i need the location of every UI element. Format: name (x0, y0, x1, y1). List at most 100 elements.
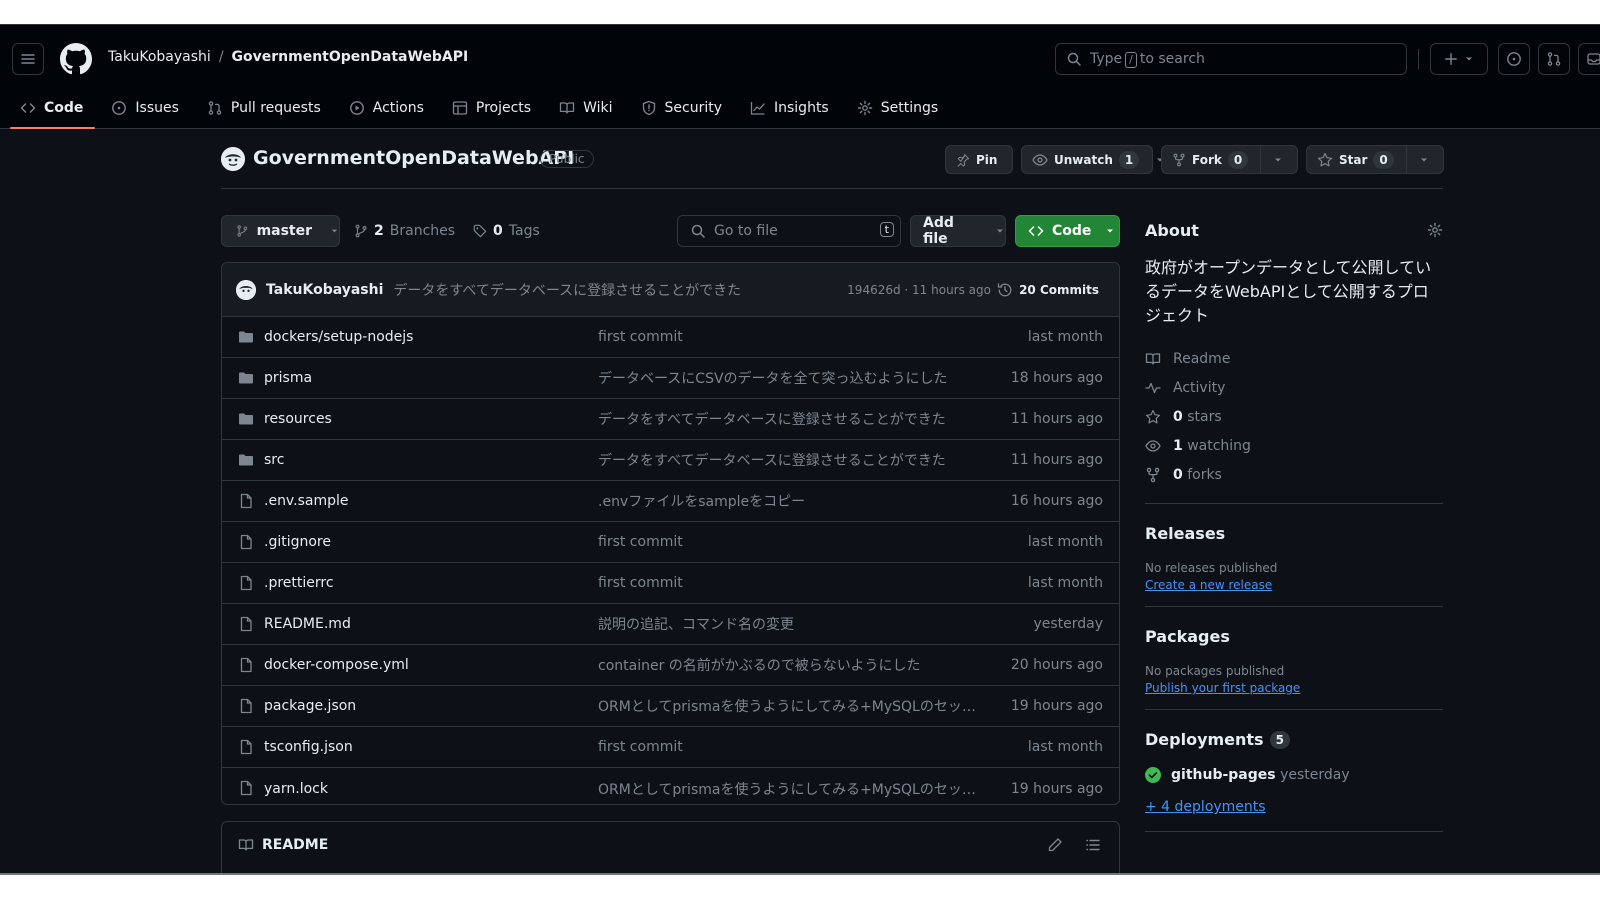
file-row[interactable]: src データをすべてデータベースに登録させることができた 11 hours ago (222, 440, 1119, 481)
file-commit-message[interactable]: ORMとしてprismaを使うようにしてみる+MySQLのセッ… (598, 779, 976, 799)
global-header: TakuKobayashi / GovernmentOpenDataWebAPI… (0, 25, 1600, 129)
create-release-link[interactable]: Create a new release (1145, 578, 1443, 592)
list-icon (1086, 839, 1100, 851)
tab-actions[interactable]: Actions (347, 87, 436, 129)
pull-requests-button[interactable] (1538, 43, 1570, 75)
edit-readme-button[interactable] (1047, 837, 1063, 853)
file-commit-message[interactable]: container の名前がかぶるので被らないようにした (598, 655, 921, 675)
star-dropdown[interactable] (1407, 146, 1441, 173)
about-section: About 政府がオープンデータとして公開しているデータをWebAPIとして公開… (1145, 221, 1443, 489)
outline-button[interactable] (1085, 837, 1101, 853)
branch-selector[interactable]: master (221, 215, 340, 247)
file-name-link[interactable]: resources (264, 411, 332, 427)
add-file-button[interactable]: Add file (910, 215, 1006, 247)
commit-hash-time[interactable]: 194626d · 11 hours ago (847, 283, 991, 297)
tab-pull-requests-label: Pull requests (230, 100, 321, 116)
stars-link[interactable]: 0 stars (1145, 402, 1443, 431)
go-to-file-input[interactable]: Go to file t (677, 215, 901, 247)
deployments-section: Deployments 5 github-pages yesterday + 4… (1145, 730, 1443, 815)
readme-tab[interactable]: README (262, 837, 328, 853)
commit-message[interactable]: データをすべてデータベースに登録させることができた (393, 280, 741, 300)
releases-title[interactable]: Releases (1145, 524, 1443, 543)
commit-author-avatar[interactable] (236, 279, 256, 300)
file-row[interactable]: .gitignore first commit last month (222, 522, 1119, 563)
more-deployments-link[interactable]: + 4 deployments (1145, 799, 1443, 815)
file-commit-message[interactable]: 説明の追記、コマンド名の変更 (598, 614, 794, 634)
tags-link[interactable]: 0 Tags (473, 223, 540, 239)
owner-avatar[interactable] (221, 147, 245, 171)
tab-insights[interactable]: Insights (748, 87, 841, 129)
latest-commit-bar: TakuKobayashi データをすべてデータベースに登録させることができた … (222, 263, 1119, 317)
file-row[interactable]: .prettierrc first commit last month (222, 563, 1119, 604)
file-row[interactable]: dockers/setup-nodejs first commit last mon… (222, 317, 1119, 358)
file-commit-message[interactable]: first commit (598, 534, 683, 550)
watching-link[interactable]: 1 watching (1145, 431, 1443, 460)
search-input[interactable]: Type / to search (1055, 43, 1407, 75)
go-to-file-placeholder: Go to file (714, 223, 778, 239)
file-commit-message[interactable]: ORMとしてprismaを使うようにしてみる+MySQLのセッ… (598, 696, 976, 716)
code-button[interactable]: Code (1015, 215, 1120, 247)
repo-title[interactable]: GovernmentOpenDataWebAPI (253, 147, 574, 169)
file-row[interactable]: prisma データベースにCSVのデータを全て突っ込むようにした 18 hours… (222, 358, 1119, 399)
file-row[interactable]: docker-compose.yml container の名前がかぶるので被らな… (222, 645, 1119, 686)
deployment-item[interactable]: github-pages yesterday (1145, 767, 1443, 783)
tab-code[interactable]: Code (9, 87, 96, 129)
file-commit-date: 16 hours ago (1010, 493, 1103, 509)
readme-link[interactable]: Readme (1145, 344, 1443, 373)
activity-link[interactable]: Activity (1145, 373, 1443, 402)
about-settings-button[interactable] (1427, 222, 1443, 238)
publish-package-link[interactable]: Publish your first package (1145, 681, 1443, 695)
issues-button[interactable] (1498, 43, 1530, 75)
deployments-header[interactable]: Deployments 5 (1145, 730, 1443, 749)
file-row[interactable]: yarn.lock ORMとしてprismaを使うようにしてみる+MySQLのセッ… (222, 768, 1119, 804)
file-name-link[interactable]: .prettierrc (264, 575, 334, 591)
tab-settings[interactable]: Settings (855, 87, 950, 129)
file-name-link[interactable]: README.md (264, 616, 351, 632)
file-name-link[interactable]: tsconfig.json (264, 739, 353, 755)
file-name-link[interactable]: prisma (264, 370, 312, 386)
breadcrumb-owner[interactable]: TakuKobayashi (108, 49, 211, 65)
file-row[interactable]: resources データをすべてデータベースに登録させることができた 11 hou… (222, 399, 1119, 440)
file-row[interactable]: README.md 説明の追記、コマンド名の変更 yesterday (222, 604, 1119, 645)
forks-link[interactable]: 0 forks (1145, 460, 1443, 489)
search-icon (1067, 52, 1081, 66)
file-commit-message[interactable]: データをすべてデータベースに登録させることができた (598, 450, 946, 470)
pin-button[interactable]: Pin (945, 145, 1013, 174)
create-new-button[interactable] (1430, 43, 1488, 75)
packages-title[interactable]: Packages (1145, 627, 1443, 646)
commit-author[interactable]: TakuKobayashi (266, 282, 383, 298)
file-commit-message[interactable]: first commit (598, 575, 683, 591)
file-commit-message[interactable]: first commit (598, 739, 683, 755)
file-name-link[interactable]: .env.sample (264, 493, 349, 509)
tab-wiki[interactable]: Wiki (557, 87, 624, 129)
file-name-link[interactable]: .gitignore (264, 534, 331, 550)
file-name-link[interactable]: dockers/setup-nodejs (264, 329, 413, 345)
file-row[interactable]: .env.sample .envファイルをsampleをコピー 16 hours a… (222, 481, 1119, 522)
file-name-link[interactable]: package.json (264, 698, 356, 714)
commits-link[interactable]: 20 Commits (997, 282, 1099, 298)
inbox-button[interactable] (1578, 43, 1600, 75)
github-logo-icon[interactable] (60, 43, 92, 75)
branches-link[interactable]: 2 Branches (354, 223, 455, 239)
file-commit-message[interactable]: データをすべてデータベースに登録させることができた (598, 409, 946, 429)
file-name-link[interactable]: docker-compose.yml (264, 657, 409, 673)
fork-button[interactable]: Fork 0 (1161, 145, 1298, 174)
code-icon (1028, 226, 1044, 236)
tab-issues[interactable]: Issues (109, 87, 191, 129)
file-name-link[interactable]: yarn.lock (264, 781, 328, 797)
file-name-link[interactable]: src (264, 452, 284, 468)
file-commit-message[interactable]: first commit (598, 329, 683, 345)
fork-dropdown[interactable] (1261, 146, 1295, 173)
file-row[interactable]: tsconfig.json first commit last month (222, 727, 1119, 768)
file-commit-message[interactable]: .envファイルをsampleをコピー (598, 491, 805, 511)
tab-security[interactable]: Security (639, 87, 735, 129)
file-commit-date: last month (1027, 329, 1103, 345)
file-row[interactable]: package.json ORMとしてprismaを使うようにしてみる+MySQL… (222, 686, 1119, 727)
unwatch-button[interactable]: Unwatch 1 (1021, 145, 1164, 174)
tab-pull-requests[interactable]: Pull requests (205, 87, 333, 129)
star-button[interactable]: Star 0 (1306, 145, 1444, 174)
file-commit-message[interactable]: データベースにCSVのデータを全て突っ込むようにした (598, 368, 948, 388)
tab-projects[interactable]: Projects (450, 87, 543, 129)
breadcrumb-repo[interactable]: GovernmentOpenDataWebAPI (232, 49, 469, 65)
menu-button[interactable] (12, 43, 44, 75)
